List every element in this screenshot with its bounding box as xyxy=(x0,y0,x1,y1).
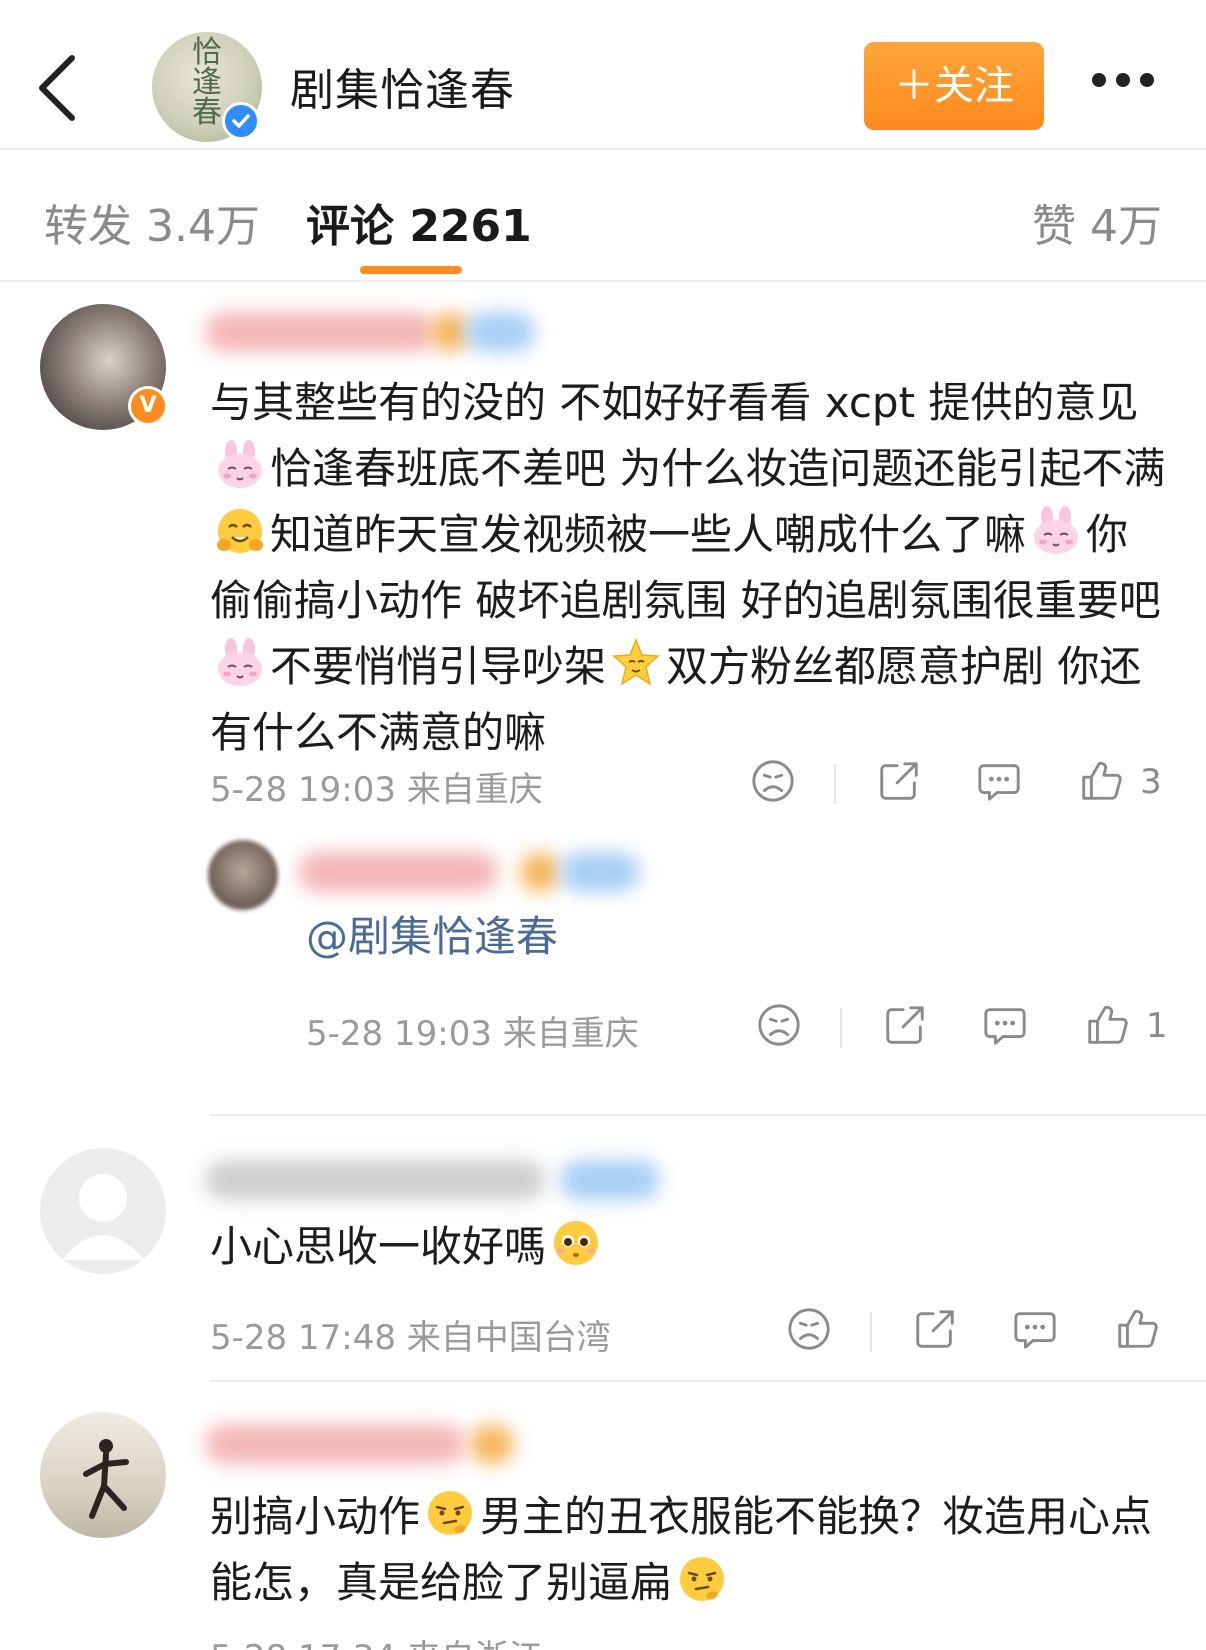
avatar[interactable] xyxy=(208,840,278,910)
thumbs-up-icon xyxy=(1078,758,1124,804)
comment-icon xyxy=(976,758,1022,804)
user-badge-blurred xyxy=(465,312,535,352)
default-avatar-icon xyxy=(62,1174,144,1260)
thumbs-up-icon xyxy=(1114,1306,1160,1352)
user-badge-blurred xyxy=(470,1424,514,1464)
avatar[interactable] xyxy=(40,1412,166,1538)
thinking-emoji xyxy=(676,1553,728,1605)
comment-meta: 5-28 17:48 来自中国台湾 xyxy=(210,1318,611,1358)
star-emoji xyxy=(610,637,662,689)
username-blurred[interactable] xyxy=(298,852,498,892)
dislike-button[interactable] xyxy=(750,758,796,808)
reply-button[interactable] xyxy=(1012,1306,1058,1356)
username-blurred[interactable] xyxy=(205,1160,545,1200)
comment-divider xyxy=(210,1380,1206,1382)
stats-tabs: 转发 3.4万 评论 2261 赞 4万 xyxy=(0,150,1206,282)
comment-divider xyxy=(210,1114,1206,1116)
mention-link[interactable]: @剧集恰逢春 xyxy=(306,904,906,970)
comment-actions xyxy=(786,1306,1186,1356)
reply-button[interactable] xyxy=(982,1002,1028,1052)
dislike-face-icon xyxy=(750,758,796,804)
follow-button[interactable]: ＋关注 xyxy=(864,42,1044,130)
like-button[interactable]: 3 xyxy=(1078,758,1162,808)
tab-repost[interactable]: 转发 3.4万 xyxy=(44,190,260,254)
comment-meta: 5-28 17:34 来自浙江 xyxy=(210,1630,543,1650)
thumbs-up-icon xyxy=(1084,1002,1130,1048)
user-badge-blurred xyxy=(560,1160,660,1200)
comment-text: 小心思收一收好嗎 xyxy=(210,1214,1170,1280)
tab-comments[interactable]: 评论 2261 xyxy=(306,190,532,254)
user-badge-blurred xyxy=(430,312,470,352)
dislike-button[interactable] xyxy=(756,1002,802,1052)
verified-icon xyxy=(222,102,260,140)
back-button[interactable] xyxy=(28,48,88,128)
share-button[interactable] xyxy=(912,1306,958,1356)
dancer-figure xyxy=(83,1439,129,1519)
active-tab-indicator xyxy=(360,266,462,274)
share-button[interactable] xyxy=(876,758,922,808)
bunny-emoji xyxy=(214,439,266,491)
username-blurred[interactable] xyxy=(205,1424,465,1464)
share-icon xyxy=(912,1306,958,1352)
verified-icon: V xyxy=(128,386,168,426)
chevron-left-icon xyxy=(39,55,75,121)
comment-meta: 5-28 19:03 来自重庆 xyxy=(210,770,543,810)
share-button[interactable] xyxy=(882,1002,928,1052)
top-bar: 恰逢春 剧集恰逢春 ＋关注 xyxy=(0,0,1206,150)
comment-icon xyxy=(1012,1306,1058,1352)
dislike-face-icon xyxy=(756,1002,802,1048)
comment-text: 别搞小动作 男主的丑衣服能不能换？妆造用心点能怎，真是给脸了别逼扁 xyxy=(210,1484,1170,1616)
reply-button[interactable] xyxy=(976,758,1022,808)
username-blurred[interactable] xyxy=(205,312,435,352)
like-count: 1 xyxy=(1146,1006,1168,1046)
divider xyxy=(870,1312,872,1352)
more-dots-icon[interactable] xyxy=(1092,72,1172,102)
hug-emoji xyxy=(214,505,266,557)
comment-actions: 1 xyxy=(756,1002,1186,1052)
comment-icon xyxy=(982,1002,1028,1048)
tab-likes[interactable]: 赞 4万 xyxy=(1032,190,1162,254)
comment-actions: 3 xyxy=(750,758,1180,808)
bunny-emoji xyxy=(214,637,266,689)
like-count: 3 xyxy=(1140,762,1162,802)
user-badge-blurred xyxy=(560,852,640,892)
divider xyxy=(840,1008,842,1048)
like-button[interactable] xyxy=(1114,1306,1160,1356)
avatar[interactable] xyxy=(40,1148,166,1274)
user-badge-blurred xyxy=(520,852,560,892)
share-icon xyxy=(876,758,922,804)
dislike-face-icon xyxy=(786,1306,832,1352)
thinking-emoji xyxy=(424,1487,476,1539)
dislike-button[interactable] xyxy=(786,1306,832,1356)
divider xyxy=(834,764,836,804)
like-button[interactable]: 1 xyxy=(1084,1002,1168,1052)
bunny-emoji xyxy=(1030,505,1082,557)
share-icon xyxy=(882,1002,928,1048)
pleading-emoji xyxy=(550,1217,602,1269)
comment-text: 与其整些有的没的 不如好好看看 xcpt 提供的意见恰逢春班底不差吧 为什么妆造… xyxy=(210,378,1166,757)
account-name[interactable]: 剧集恰逢春 xyxy=(290,54,515,118)
comment-meta: 5-28 19:03 来自重庆 xyxy=(306,1014,639,1054)
